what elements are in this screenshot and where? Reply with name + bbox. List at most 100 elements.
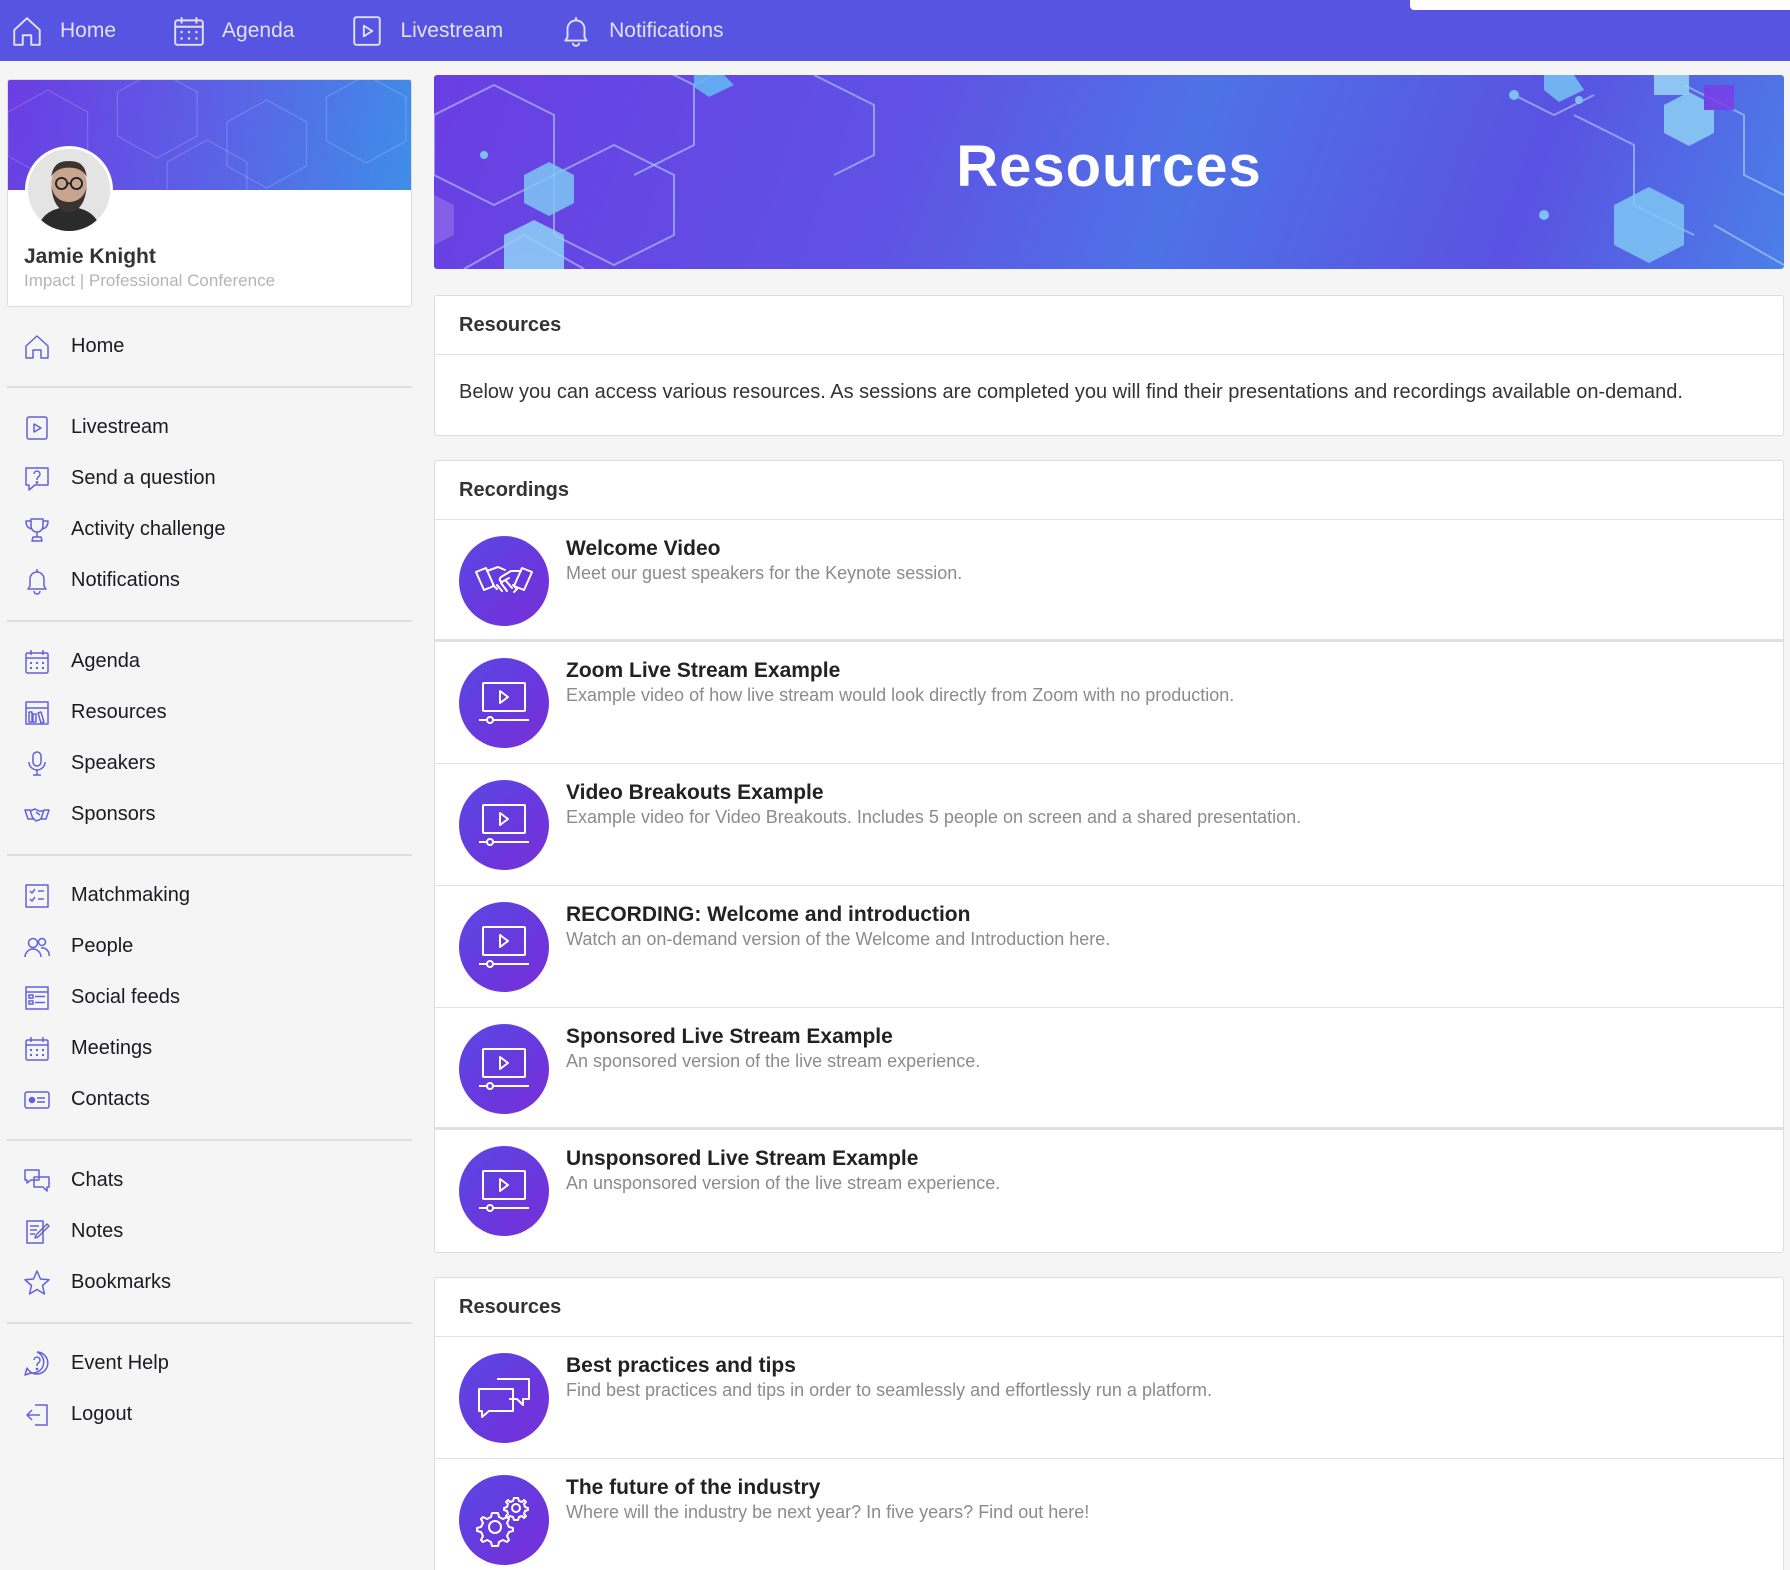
calendar-icon — [25, 1036, 49, 1061]
list-item-text: Video Breakouts Example Example video fo… — [566, 780, 1301, 829]
list-item[interactable]: Welcome Video Meet our guest speakers fo… — [435, 520, 1783, 642]
sidebar: Jamie Knight Impact | Professional Confe… — [7, 79, 412, 1454]
topnav-livestream[interactable]: Livestream — [350, 14, 503, 48]
star-icon — [24, 1269, 50, 1295]
sidebar-item-resources[interactable]: Resources — [7, 687, 412, 738]
top-nav: Home Agenda Livestream Notifications — [0, 0, 780, 61]
sidebar-item-label: Logout — [71, 1403, 133, 1425]
sidebar-item-speakers[interactable]: Speakers — [7, 738, 412, 789]
logout-icon — [26, 1403, 48, 1426]
sidebar-item-livestream[interactable]: Livestream — [7, 402, 412, 453]
list-item-desc: Find best practices and tips in order to… — [566, 1380, 1212, 1400]
list-item-text: Welcome Video Meet our guest speakers fo… — [566, 536, 962, 585]
nav-group-personal: Chats Notes Bookmarks — [7, 1141, 412, 1324]
list-item[interactable]: The future of the industry Where will th… — [435, 1459, 1783, 1570]
handshake-icon — [24, 807, 50, 822]
sidebar-item-label: Notifications — [71, 569, 180, 591]
sidebar-item-label: Activity challenge — [71, 518, 226, 540]
sidebar-item-label: Notes — [71, 1220, 124, 1242]
sidebar-item-label: Speakers — [71, 752, 156, 774]
list-item-desc: Example video for Video Breakouts. Inclu… — [566, 807, 1302, 827]
handshake-icon — [459, 536, 549, 626]
nav-group-main: Home — [7, 307, 412, 388]
list-item-text: RECORDING: Welcome and introduction Watc… — [566, 902, 1110, 951]
nav-group-networking: Matchmaking People Social feeds Meetings… — [7, 856, 412, 1141]
intro-card-text: Below you can access various resources. … — [459, 381, 1683, 403]
sidebar-item-meetings[interactable]: Meetings — [7, 1023, 412, 1074]
sidebar-item-label: People — [71, 935, 134, 957]
recordings-card-title: Recordings — [435, 461, 1783, 520]
sidebar-item-people[interactable]: People — [7, 921, 412, 972]
list-item-title: Welcome Video — [566, 537, 721, 560]
microphone-icon — [28, 750, 46, 776]
sidebar-item-notes[interactable]: Notes — [7, 1206, 412, 1257]
sidebar-item-label: Social feeds — [71, 986, 180, 1008]
sidebar-item-label: Resources — [71, 701, 167, 723]
sidebar-item-event-help[interactable]: Event Help — [7, 1338, 412, 1389]
sidebar-item-sponsors[interactable]: Sponsors — [7, 789, 412, 840]
sidebar-item-label: Meetings — [71, 1037, 153, 1059]
chat-bubbles-icon — [459, 1353, 549, 1443]
library-icon — [25, 700, 49, 725]
sidebar-item-social-feeds[interactable]: Social feeds — [7, 972, 412, 1023]
recordings-card: Recordings Welcome Video Meet our guest … — [434, 460, 1784, 1253]
sidebar-item-logout[interactable]: Logout — [7, 1389, 412, 1440]
home-icon — [25, 334, 49, 359]
list-item-desc: An sponsored version of the live stream … — [566, 1051, 981, 1071]
list-item-title: Unsponsored Live Stream Example — [566, 1147, 919, 1170]
list-item[interactable]: Best practices and tips Find best practi… — [435, 1337, 1783, 1459]
list-item[interactable]: Video Breakouts Example Example video fo… — [435, 764, 1783, 886]
sidebar-item-label: Livestream — [71, 416, 169, 438]
nav-group-account: Event Help Logout — [7, 1324, 412, 1454]
list-item[interactable]: Unsponsored Live Stream Example An unspo… — [435, 1130, 1783, 1252]
contact-card-icon — [24, 1090, 50, 1109]
list-item[interactable]: Sponsored Live Stream Example An sponsor… — [435, 1008, 1783, 1130]
sidebar-item-home[interactable]: Home — [7, 321, 412, 372]
sidebar-item-notifications[interactable]: Notifications — [7, 555, 412, 606]
checklist-icon — [25, 883, 49, 908]
sidebar-item-agenda[interactable]: Agenda — [7, 636, 412, 687]
sidebar-item-chats[interactable]: Chats — [7, 1155, 412, 1206]
hero-banner: Resources — [434, 75, 1784, 269]
play-icon — [26, 415, 48, 440]
top-bar: Home Agenda Livestream Notifications — [0, 0, 1790, 61]
sidebar-item-contacts[interactable]: Contacts — [7, 1074, 412, 1125]
video-player-icon — [459, 1024, 549, 1114]
list-item[interactable]: RECORDING: Welcome and introduction Watc… — [435, 886, 1783, 1008]
sidebar-item-send-question[interactable]: Send a question — [7, 453, 412, 504]
chat-icon — [24, 1168, 50, 1192]
sidebar-item-bookmarks[interactable]: Bookmarks — [7, 1257, 412, 1308]
sidebar-item-label: Contacts — [71, 1088, 150, 1110]
list-item-desc: Meet our guest speakers for the Keynote … — [566, 563, 963, 583]
list-item-title: Zoom Live Stream Example — [566, 659, 841, 682]
video-player-icon — [459, 780, 549, 870]
sidebar-item-label: Matchmaking — [71, 884, 190, 906]
topnav-agenda[interactable]: Agenda — [172, 14, 294, 48]
video-player-icon — [459, 658, 549, 748]
profile-name: Jamie Knight — [24, 245, 156, 268]
calendar-icon — [25, 649, 49, 674]
sidebar-item-activity-challenge[interactable]: Activity challenge — [7, 504, 412, 555]
topnav-home[interactable]: Home — [10, 14, 116, 48]
list-item-text: Unsponsored Live Stream Example An unspo… — [566, 1146, 1000, 1195]
avatar[interactable] — [25, 146, 113, 234]
sidebar-item-label: Event Help — [71, 1352, 169, 1374]
sidebar-item-matchmaking[interactable]: Matchmaking — [7, 870, 412, 921]
sidebar-item-label: Bookmarks — [71, 1271, 172, 1293]
topnav-label: Livestream — [400, 18, 504, 42]
play-icon — [353, 15, 382, 46]
search-box[interactable] — [1410, 0, 1790, 10]
resources-card-title: Resources — [435, 1278, 1783, 1337]
topnav-label: Notifications — [609, 18, 724, 42]
list-item-text: Sponsored Live Stream Example An sponsor… — [566, 1024, 980, 1073]
profile-event: Impact | Professional Conference — [24, 271, 276, 290]
people-icon — [24, 937, 50, 957]
sidebar-item-label: Home — [71, 335, 125, 357]
main-content: Resources Resources Below you can access… — [434, 75, 1784, 1570]
profile-card[interactable]: Jamie Knight Impact | Professional Confe… — [7, 79, 412, 307]
hero-title: Resources — [956, 134, 1262, 199]
list-item[interactable]: Zoom Live Stream Example Example video o… — [435, 642, 1783, 764]
topnav-notifications[interactable]: Notifications — [559, 14, 724, 48]
list-item-desc: Where will the industry be next year? In… — [566, 1502, 1090, 1522]
resources-card: Resources Best practices and tips Find b… — [434, 1277, 1784, 1570]
